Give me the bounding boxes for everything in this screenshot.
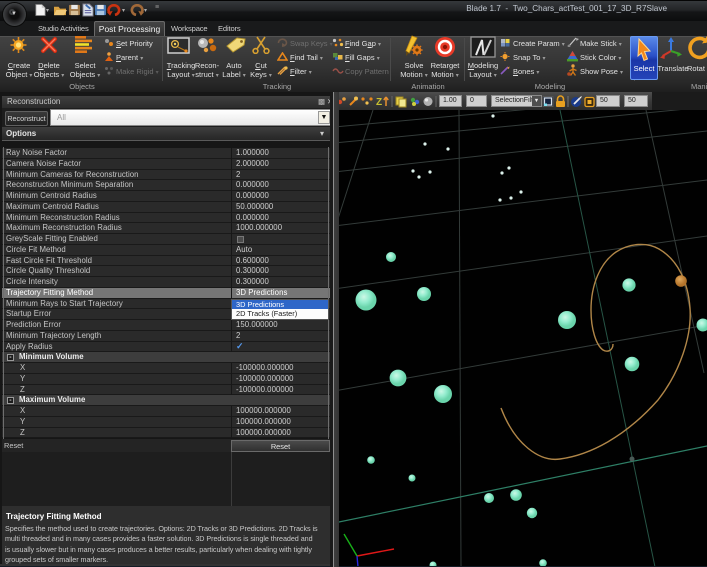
svg-text:Z: Z xyxy=(376,97,382,108)
